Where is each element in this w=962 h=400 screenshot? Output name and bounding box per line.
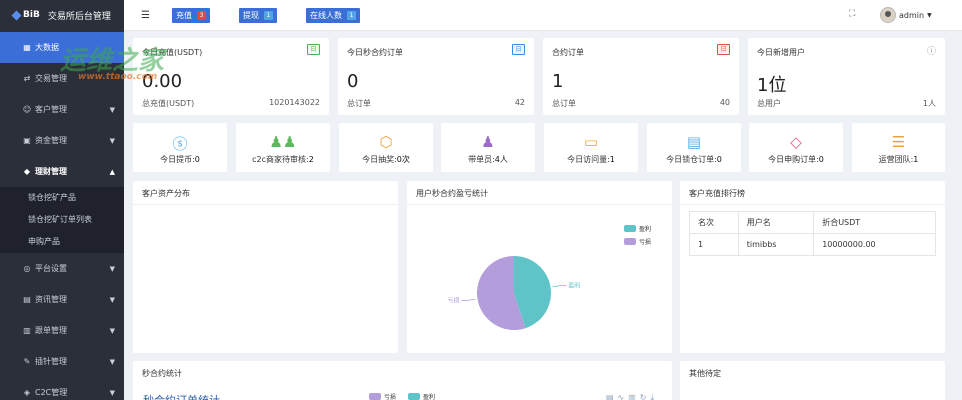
panel-title: 客户资产分布 bbox=[142, 189, 190, 198]
mini-ops-team[interactable]: ☰ 运营团队:1 bbox=[852, 123, 945, 172]
caret-up-icon: ▲ bbox=[109, 167, 115, 176]
legend-loss[interactable]: 亏损 bbox=[369, 392, 396, 400]
sidebar-item-platform-settings[interactable]: ◎ 平台设置 ▼ bbox=[0, 253, 124, 284]
logo-icon bbox=[11, 10, 22, 20]
panel-other-pending: 其他待定 bbox=[680, 361, 945, 400]
dollar-icon: ⓢ bbox=[172, 135, 188, 153]
sidebar-item-c2c[interactable]: ◈ C2C管理 ▼ bbox=[0, 377, 124, 400]
dashboard-icon: ▦ bbox=[23, 43, 31, 52]
mini-withdraw[interactable]: ⓢ 今日提币:0 bbox=[133, 123, 227, 172]
needle-icon: ✎ bbox=[23, 357, 31, 366]
recharge-button[interactable]: 充值 3 bbox=[172, 8, 210, 23]
panel-pie-chart: 用户秒合约盈亏统计 盈利 亏损 盈利 亏损 bbox=[407, 181, 672, 353]
exchange-icon: ⇄ bbox=[23, 74, 31, 83]
user-icon: ☺ bbox=[22, 105, 32, 114]
legend-swatch bbox=[408, 393, 420, 400]
day-tag: 日 bbox=[307, 44, 320, 55]
sidebar-item-bigdata[interactable]: ▦ 大数据 bbox=[0, 32, 124, 63]
finance-submenu: 锁仓挖矿产品 锁仓挖矿订单列表 申购产品 bbox=[0, 187, 124, 253]
browser-icon: ▭ bbox=[583, 133, 599, 151]
stat-card-contract: 合约订单 日 1 总订单 40 bbox=[543, 38, 739, 115]
divider bbox=[133, 204, 398, 205]
news-icon: ▤ bbox=[23, 295, 31, 304]
pie-label-line bbox=[552, 285, 567, 288]
caret-down-icon: ▼ bbox=[109, 105, 115, 114]
mini-c2c-pending[interactable]: ♟♟ c2c商家待审核:2 bbox=[236, 123, 330, 172]
stat-card-new-users: 今日新增用户 ⓘ 1位 总用户 1人 bbox=[748, 38, 945, 115]
pie-label: 盈利 bbox=[568, 282, 580, 290]
online-count-badge: 1 bbox=[347, 11, 356, 20]
online-users-button[interactable]: 在线人数 1 bbox=[306, 8, 360, 23]
brand-title: 交易所后台管理 bbox=[47, 11, 111, 22]
person-icon: ♟ bbox=[481, 133, 495, 151]
legend-profit[interactable]: 盈利 bbox=[408, 392, 435, 400]
settings-icon: ◎ bbox=[23, 264, 31, 273]
topbar: ☰ 充值 3 提现 1 在线人数 1 ⛶ admin ▼ bbox=[124, 0, 962, 31]
user-menu[interactable]: admin ▼ bbox=[880, 7, 932, 23]
caret-down-icon: ▼ bbox=[109, 136, 115, 145]
username: admin bbox=[899, 10, 925, 20]
caret-down-icon: ▼ bbox=[109, 357, 115, 366]
panel-second-contract-stats: 秒合约统计 秒合约订单统计 亏损 盈利 ▤∿▥↻⤓ bbox=[133, 361, 672, 400]
avatar bbox=[880, 7, 896, 23]
sidebar-item-needle[interactable]: ✎ 插针管理 ▼ bbox=[0, 346, 124, 377]
copy-order-icon: ▥ bbox=[23, 326, 31, 335]
pie-chart: 盈利亏损 bbox=[448, 256, 580, 330]
finance-icon: ◆ bbox=[23, 167, 31, 176]
panel-title: 客户充值排行榜 bbox=[689, 189, 745, 198]
sliders-icon: ☰ bbox=[891, 133, 906, 151]
box-icon: ⬡ bbox=[379, 133, 393, 151]
mini-subscription-orders[interactable]: ◇ 今日申购订单:0 bbox=[749, 123, 843, 172]
menu-toggle-icon[interactable]: ☰ bbox=[141, 10, 150, 21]
caret-down-icon: ▼ bbox=[109, 388, 115, 397]
submenu-item-lock-mining-products[interactable]: 锁仓挖矿产品 bbox=[0, 187, 124, 209]
brand-logo: BiB bbox=[11, 10, 40, 20]
sidebar-item-trade[interactable]: ⇄ 交易管理 bbox=[0, 63, 124, 94]
pie-label-line bbox=[461, 298, 476, 301]
legend-swatch bbox=[369, 393, 381, 400]
chart-toolbox-icon[interactable]: ▤∿▥↻⤓ bbox=[606, 393, 658, 400]
sidebar-item-customer[interactable]: ☺ 客户管理 ▼ bbox=[0, 94, 124, 125]
stat-card-recharge: 今日充值(USDT) 日 0.00 总充值(USDT) 1020143022 bbox=[133, 38, 329, 115]
submenu-item-subscription-products[interactable]: 申购产品 bbox=[0, 231, 124, 253]
submenu-item-lock-mining-orders[interactable]: 锁仓挖矿订单列表 bbox=[0, 209, 124, 231]
c2c-icon: ◈ bbox=[23, 388, 31, 397]
info-icon[interactable]: ⓘ bbox=[927, 44, 936, 57]
table-header-row: 名次 用户名 折合USDT bbox=[689, 211, 936, 234]
withdraw-button[interactable]: 提现 1 bbox=[239, 8, 277, 23]
sidebar-item-copy-trade[interactable]: ▥ 跟单管理 ▼ bbox=[0, 315, 124, 346]
tag-icon: ◇ bbox=[790, 133, 802, 151]
sidebar: BiB 交易所后台管理 ▦ 大数据 ⇄ 交易管理 ☺ 客户管理 ▼ ▣ 资金管理 ▼ ◆ 理财… bbox=[0, 0, 124, 400]
fullscreen-icon[interactable]: ⛶ bbox=[849, 9, 855, 19]
users-icon: ♟♟ bbox=[269, 133, 297, 151]
panel-asset-distribution: 客户资产分布 bbox=[133, 181, 398, 353]
sidebar-item-funds[interactable]: ▣ 资金管理 ▼ bbox=[0, 125, 124, 156]
panel-recharge-ranking: 客户充值排行榜 名次 用户名 折合USDT 1 timibbs 10000000… bbox=[680, 181, 945, 353]
mini-lottery[interactable]: ⬡ 今日抽奖:0次 bbox=[339, 123, 433, 172]
caret-down-icon: ▼ bbox=[109, 295, 115, 304]
divider bbox=[680, 204, 945, 205]
caret-down-icon: ▼ bbox=[109, 326, 115, 335]
withdraw-count-badge: 1 bbox=[264, 11, 273, 20]
panel-title: 秒合约统计 bbox=[142, 369, 182, 378]
mini-lock-orders[interactable]: ▤ 今日锁仓订单:0 bbox=[647, 123, 741, 172]
sidebar-item-news[interactable]: ▤ 资讯管理 ▼ bbox=[0, 284, 124, 315]
caret-down-icon: ▼ bbox=[109, 264, 115, 273]
day-tag: 日 bbox=[512, 44, 525, 55]
table-row: 1 timibbs 10000000.00 bbox=[689, 233, 936, 256]
ranking-table: 名次 用户名 折合USDT 1 timibbs 10000000.00 bbox=[689, 211, 936, 256]
mini-visits[interactable]: ▭ 今日访问量:1 bbox=[544, 123, 638, 172]
chart-title: 秒合约订单统计 bbox=[143, 392, 220, 400]
wallet-icon: ▣ bbox=[23, 136, 31, 145]
stat-card-second-contract: 今日秒合约订单 日 0 总订单 42 bbox=[338, 38, 534, 115]
caret-down-icon: ▼ bbox=[927, 11, 932, 19]
mini-traders[interactable]: ♟ 带单员:4人 bbox=[441, 123, 535, 172]
document-icon: ▤ bbox=[686, 133, 702, 151]
recharge-count-badge: 3 bbox=[197, 11, 206, 20]
day-tag: 日 bbox=[717, 44, 730, 55]
pie-label: 亏损 bbox=[448, 296, 460, 304]
panel-title: 其他待定 bbox=[689, 369, 721, 378]
brand: BiB 交易所后台管理 bbox=[0, 0, 124, 30]
sidebar-item-finance[interactable]: ◆ 理财管理 ▲ bbox=[0, 156, 124, 187]
